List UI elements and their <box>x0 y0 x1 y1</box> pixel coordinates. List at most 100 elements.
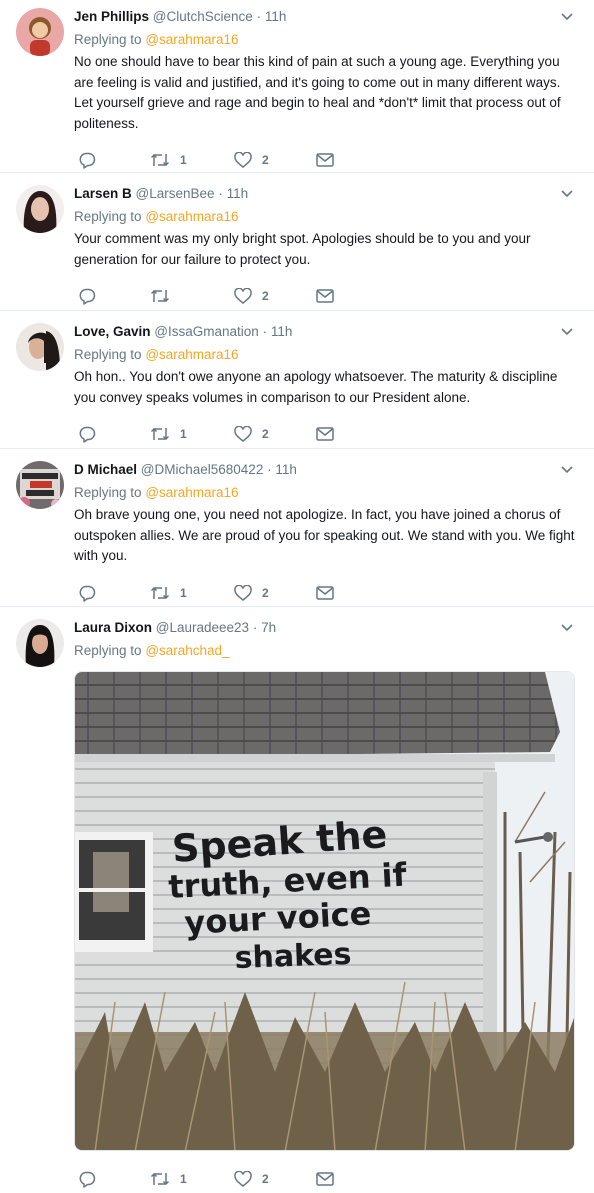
timestamp[interactable]: 7h <box>261 620 276 635</box>
like-count: 2 <box>262 1172 269 1186</box>
reply-button[interactable] <box>78 584 150 602</box>
separator: · <box>252 620 258 635</box>
like-button[interactable]: 2 <box>234 584 316 601</box>
user-handle[interactable]: @LarsenBee <box>136 186 215 201</box>
like-icon <box>234 288 252 304</box>
replying-to: Replying to @sarahchad_ <box>74 641 578 661</box>
tweet[interactable]: Love, Gavin @IssaGmanation · 11h Replyin… <box>0 311 594 449</box>
tweet-actions: 1 2 <box>74 1159 578 1193</box>
retweet-count: 1 <box>180 153 187 167</box>
retweet-count: 1 <box>180 1172 187 1186</box>
like-count: 2 <box>262 585 269 600</box>
reply-icon <box>79 152 96 169</box>
reply-icon <box>79 1171 96 1188</box>
house-graffiti-image: Speak the truth, even if your voice shak… <box>75 672 574 1150</box>
tweet-text: Your comment was my only bright spot. Ap… <box>74 231 531 267</box>
mention-link[interactable]: @sarahmara16 <box>145 32 238 47</box>
display-name[interactable]: Jen Phillips <box>74 9 149 24</box>
retweet-button[interactable]: 1 <box>150 152 234 168</box>
display-name[interactable]: Love, Gavin <box>74 324 151 339</box>
direct-message-button[interactable] <box>316 1172 334 1186</box>
like-icon <box>234 584 252 601</box>
chevron-down-icon[interactable] <box>560 623 574 633</box>
user-handle[interactable]: @ClutchScience <box>153 9 253 24</box>
avatar[interactable] <box>16 461 64 509</box>
replying-label: Replying to <box>74 32 142 47</box>
direct-message-icon <box>316 427 334 441</box>
tweet-text: Oh brave young one, you need not apologi… <box>74 507 575 563</box>
direct-message-button[interactable] <box>316 585 334 600</box>
tweet-actions: 2 <box>74 276 578 316</box>
reply-icon <box>79 288 96 305</box>
direct-message-icon <box>316 289 334 303</box>
timestamp[interactable]: 11h <box>265 9 287 24</box>
chevron-down-icon[interactable] <box>560 189 574 199</box>
retweet-button[interactable]: 1 <box>150 1171 234 1187</box>
separator: · <box>256 9 262 24</box>
display-name[interactable]: D Michael <box>74 462 137 477</box>
reply-button[interactable] <box>78 1170 150 1188</box>
tweet-text: No one should have to bear this kind of … <box>74 54 561 131</box>
tweet-header: Jen Phillips @ClutchScience · 11h <box>74 8 578 26</box>
tweet[interactable]: Larsen B @LarsenBee · 11h Replying to @s… <box>0 173 594 311</box>
like-button[interactable]: 2 <box>234 288 316 304</box>
like-count: 2 <box>262 427 269 441</box>
direct-message-button[interactable] <box>316 289 334 303</box>
chevron-down-icon[interactable] <box>560 327 574 337</box>
replying-label: Replying to <box>74 209 142 224</box>
tweet[interactable]: D Michael @DMichael5680422 · 11h Replyin… <box>0 449 594 607</box>
display-name[interactable]: Larsen B <box>74 186 132 201</box>
direct-message-button[interactable] <box>316 427 334 441</box>
replying-label: Replying to <box>74 347 142 362</box>
display-name[interactable]: Laura Dixon <box>74 620 152 635</box>
reply-button[interactable] <box>78 151 150 169</box>
like-count: 2 <box>262 289 269 303</box>
tweet-text: Oh hon.. You don't owe anyone an apology… <box>74 369 558 405</box>
direct-message-icon <box>316 1172 334 1186</box>
retweet-icon <box>150 153 170 167</box>
retweet-count: 1 <box>180 585 187 600</box>
tweet[interactable]: Laura Dixon @Lauradeee23 · 7h Replying t… <box>0 607 594 1193</box>
avatar[interactable] <box>16 185 64 233</box>
tweet-header: Laura Dixon @Lauradeee23 · 7h <box>74 619 578 637</box>
direct-message-icon <box>316 585 334 600</box>
mention-link[interactable]: @sarahmara16 <box>145 209 238 224</box>
like-button[interactable]: 2 <box>234 426 316 442</box>
retweet-button[interactable]: 1 <box>150 585 234 601</box>
retweet-button[interactable] <box>150 288 234 304</box>
avatar[interactable] <box>16 8 64 56</box>
like-button[interactable]: 2 <box>234 1171 316 1187</box>
graffiti-line: shakes <box>234 937 352 976</box>
retweet-button[interactable]: 1 <box>150 426 234 442</box>
tweet-header: Larsen B @LarsenBee · 11h <box>74 185 578 203</box>
retweet-icon <box>150 586 170 599</box>
direct-message-icon <box>316 153 334 167</box>
chevron-down-icon[interactable] <box>560 12 574 22</box>
like-button[interactable]: 2 <box>234 152 316 168</box>
timestamp[interactable]: 11h <box>271 324 293 339</box>
reply-button[interactable] <box>78 425 150 443</box>
tweet[interactable]: Jen Phillips @ClutchScience · 11h Replyi… <box>0 0 594 173</box>
like-icon <box>234 426 252 442</box>
tweet-header: D Michael @DMichael5680422 · 11h <box>74 461 578 479</box>
timestamp[interactable]: 11h <box>275 462 297 477</box>
user-handle[interactable]: @DMichael5680422 <box>141 462 264 477</box>
mention-link[interactable]: @sarahmara16 <box>145 347 238 362</box>
separator: · <box>218 186 223 201</box>
reply-icon <box>79 426 96 443</box>
mention-link[interactable]: @sarahmara16 <box>145 485 238 500</box>
chevron-down-icon[interactable] <box>560 465 574 475</box>
timestamp[interactable]: 11h <box>227 186 249 201</box>
avatar[interactable] <box>16 323 64 371</box>
user-handle[interactable]: @Lauradeee23 <box>156 620 249 635</box>
retweet-icon <box>150 1172 170 1186</box>
user-handle[interactable]: @IssaGmanation <box>154 324 259 339</box>
reply-button[interactable] <box>78 287 150 305</box>
attached-photo[interactable]: Speak the truth, even if your voice shak… <box>74 671 575 1151</box>
separator: · <box>267 462 272 477</box>
reply-feed: Jen Phillips @ClutchScience · 11h Replyi… <box>0 0 594 1193</box>
mention-link[interactable]: @sarahchad_ <box>145 643 229 658</box>
separator: · <box>262 324 268 339</box>
direct-message-button[interactable] <box>316 153 334 167</box>
avatar[interactable] <box>16 619 64 667</box>
